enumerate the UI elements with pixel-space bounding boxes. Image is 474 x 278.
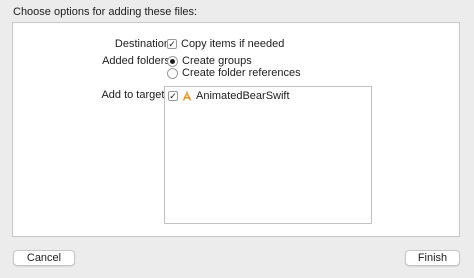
radio-unselected-icon[interactable]	[167, 67, 178, 79]
create-groups-radio[interactable]: Create groups	[167, 55, 252, 67]
finish-button[interactable]: Finish	[405, 250, 460, 266]
target-row[interactable]: ✓ AnimatedBearSwift	[168, 90, 290, 102]
target-checkbox[interactable]: ✓	[168, 91, 178, 101]
copy-items-label: Copy items if needed	[181, 38, 285, 50]
destination-label: Destination:	[114, 38, 173, 50]
checkmark-icon[interactable]: ✓	[167, 39, 177, 49]
create-folder-references-label: Create folder references	[182, 67, 301, 79]
radio-selected-icon[interactable]	[167, 55, 178, 67]
app-target-icon	[182, 90, 192, 101]
dialog-title: Choose options for adding these files:	[13, 6, 198, 18]
create-folder-references-radio[interactable]: Create folder references	[167, 67, 301, 79]
targets-list[interactable]: ✓ AnimatedBearSwift	[164, 86, 372, 224]
target-name: AnimatedBearSwift	[196, 90, 290, 102]
cancel-button[interactable]: Cancel	[13, 250, 75, 266]
create-groups-label: Create groups	[182, 55, 252, 67]
added-folders-label: Added folders:	[102, 55, 173, 67]
copy-items-checkbox[interactable]: ✓ Copy items if needed	[167, 38, 284, 50]
add-to-targets-label: Add to targets:	[101, 89, 173, 101]
